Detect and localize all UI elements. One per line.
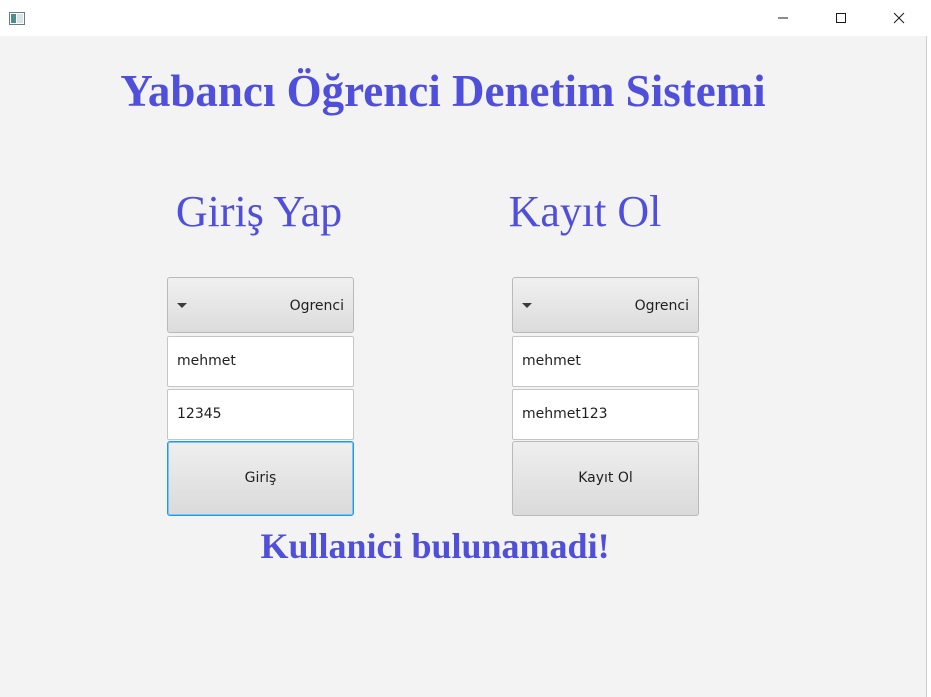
minimize-icon — [777, 9, 789, 28]
window-app-icon — [9, 10, 25, 25]
register-button[interactable]: Kayıt Ol — [512, 441, 699, 516]
status-message: Kullanici bulunamadi! — [260, 526, 610, 566]
register-username-field[interactable]: mehmet — [512, 336, 699, 387]
chevron-down-icon — [177, 303, 187, 308]
login-username-field[interactable]: mehmet — [167, 336, 354, 387]
login-password-field[interactable]: 12345 — [167, 389, 354, 440]
login-heading: Giriş Yap — [175, 187, 343, 236]
app-title: Yabancı Öğrenci Denetim Sistemi — [120, 66, 766, 116]
register-password-field[interactable]: mehmet123 — [512, 389, 699, 440]
window-border — [926, 36, 927, 697]
register-role-select[interactable]: Ogrenci — [512, 277, 699, 333]
register-role-value: Ogrenci — [634, 298, 689, 314]
chevron-down-icon — [522, 303, 532, 308]
minimize-button[interactable] — [754, 0, 812, 36]
close-icon — [893, 9, 905, 28]
close-button[interactable] — [870, 0, 928, 36]
login-role-value: Ogrenci — [289, 298, 344, 314]
window-content — [0, 36, 926, 697]
window-titlebar — [0, 0, 931, 36]
maximize-button[interactable] — [812, 0, 870, 36]
maximize-icon — [835, 9, 847, 28]
login-role-select[interactable]: Ogrenci — [167, 277, 354, 333]
register-heading: Kayıt Ol — [508, 187, 662, 236]
login-button[interactable]: Giriş — [167, 441, 354, 516]
